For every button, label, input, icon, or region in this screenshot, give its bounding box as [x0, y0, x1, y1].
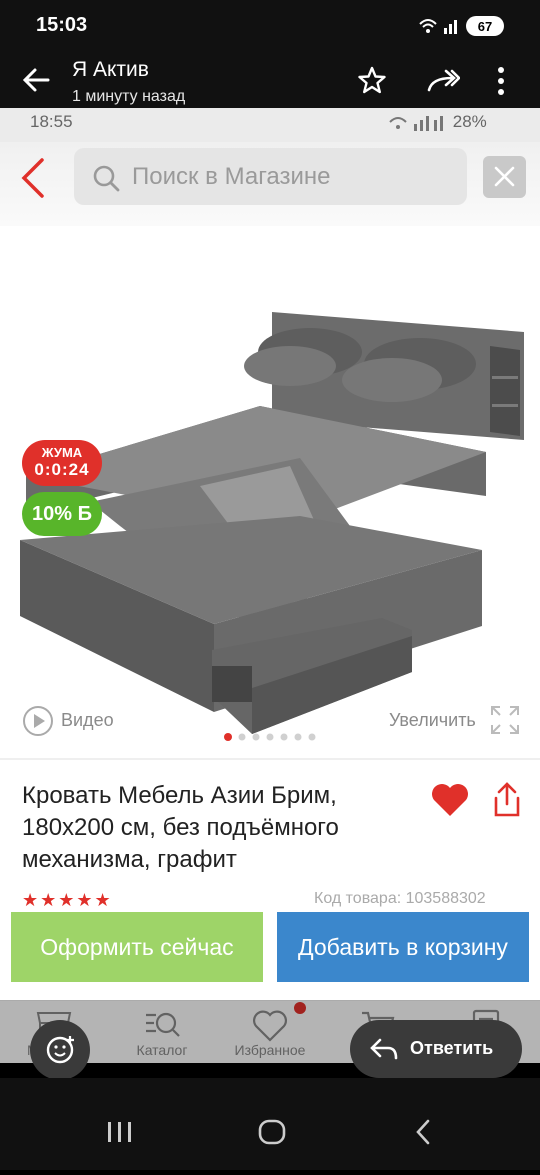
emoji-icon — [46, 1036, 74, 1064]
divider — [0, 758, 540, 760]
add-to-cart-button[interactable]: Добавить в корзину — [277, 912, 529, 982]
system-back-icon[interactable] — [416, 1119, 430, 1145]
signal-icon — [418, 16, 462, 41]
chat-subtitle: 1 минуту назад — [72, 88, 186, 105]
shared-screenshot[interactable]: 18:55 28% Поиск в Магазине ЖУМА 0:0:24 1… — [0, 108, 540, 1063]
reply-label: Ответить — [410, 1038, 494, 1058]
discount-badge: 10% Б — [22, 492, 102, 536]
reply-icon — [370, 1038, 398, 1065]
chevron-left-icon[interactable] — [20, 158, 46, 203]
screenshot-time: 18:55 — [30, 112, 73, 131]
image-pagination-dots — [224, 729, 320, 747]
status-time: 15:03 — [36, 14, 88, 36]
more-icon[interactable] — [496, 66, 506, 101]
day-deal-timer: 0:0:24 — [34, 460, 90, 479]
expand-icon[interactable] — [490, 705, 520, 740]
video-play-icon[interactable] — [22, 705, 54, 742]
product-code: Код товара: 103588302 — [314, 890, 486, 907]
home-icon[interactable] — [258, 1119, 286, 1145]
reply-button[interactable]: Ответить — [350, 1020, 522, 1078]
video-label[interactable]: Видео — [61, 710, 114, 731]
heart-icon[interactable] — [430, 782, 470, 823]
forward-icon[interactable] — [426, 68, 461, 99]
product-title: Кровать Мебель Азии Брим, 180x200 см, бе… — [22, 782, 339, 873]
screenshot-battery: 28% — [388, 112, 487, 132]
zoom-label[interactable]: Увеличить — [389, 710, 476, 731]
day-deal-label: ЖУМА — [41, 445, 83, 460]
search-icon — [92, 164, 120, 197]
back-arrow-icon[interactable] — [22, 66, 50, 100]
screenshot-battery-text: 28% — [452, 112, 487, 131]
emoji-button[interactable] — [30, 1020, 90, 1080]
app-header: 15:03 67 Я Актив 1 минуту назад — [0, 0, 540, 108]
star-icon[interactable] — [358, 66, 386, 99]
screenshot-status-bar: 18:55 28% — [0, 108, 540, 142]
close-button[interactable] — [483, 156, 526, 198]
search-placeholder: Поиск в Магазине — [132, 163, 331, 190]
day-deal-badge: ЖУМА 0:0:24 — [22, 440, 102, 486]
rating-stars: ★★★★★ — [22, 890, 113, 910]
buy-now-button[interactable]: Оформить сейчас — [11, 912, 263, 982]
recents-icon[interactable] — [108, 1122, 131, 1142]
share-icon[interactable] — [492, 782, 522, 823]
search-input[interactable]: Поиск в Магазине — [74, 148, 467, 205]
close-icon — [494, 166, 515, 187]
system-nav-bar — [0, 1078, 540, 1170]
chat-title: Я Актив — [72, 58, 149, 81]
battery-indicator: 67 — [466, 16, 504, 36]
